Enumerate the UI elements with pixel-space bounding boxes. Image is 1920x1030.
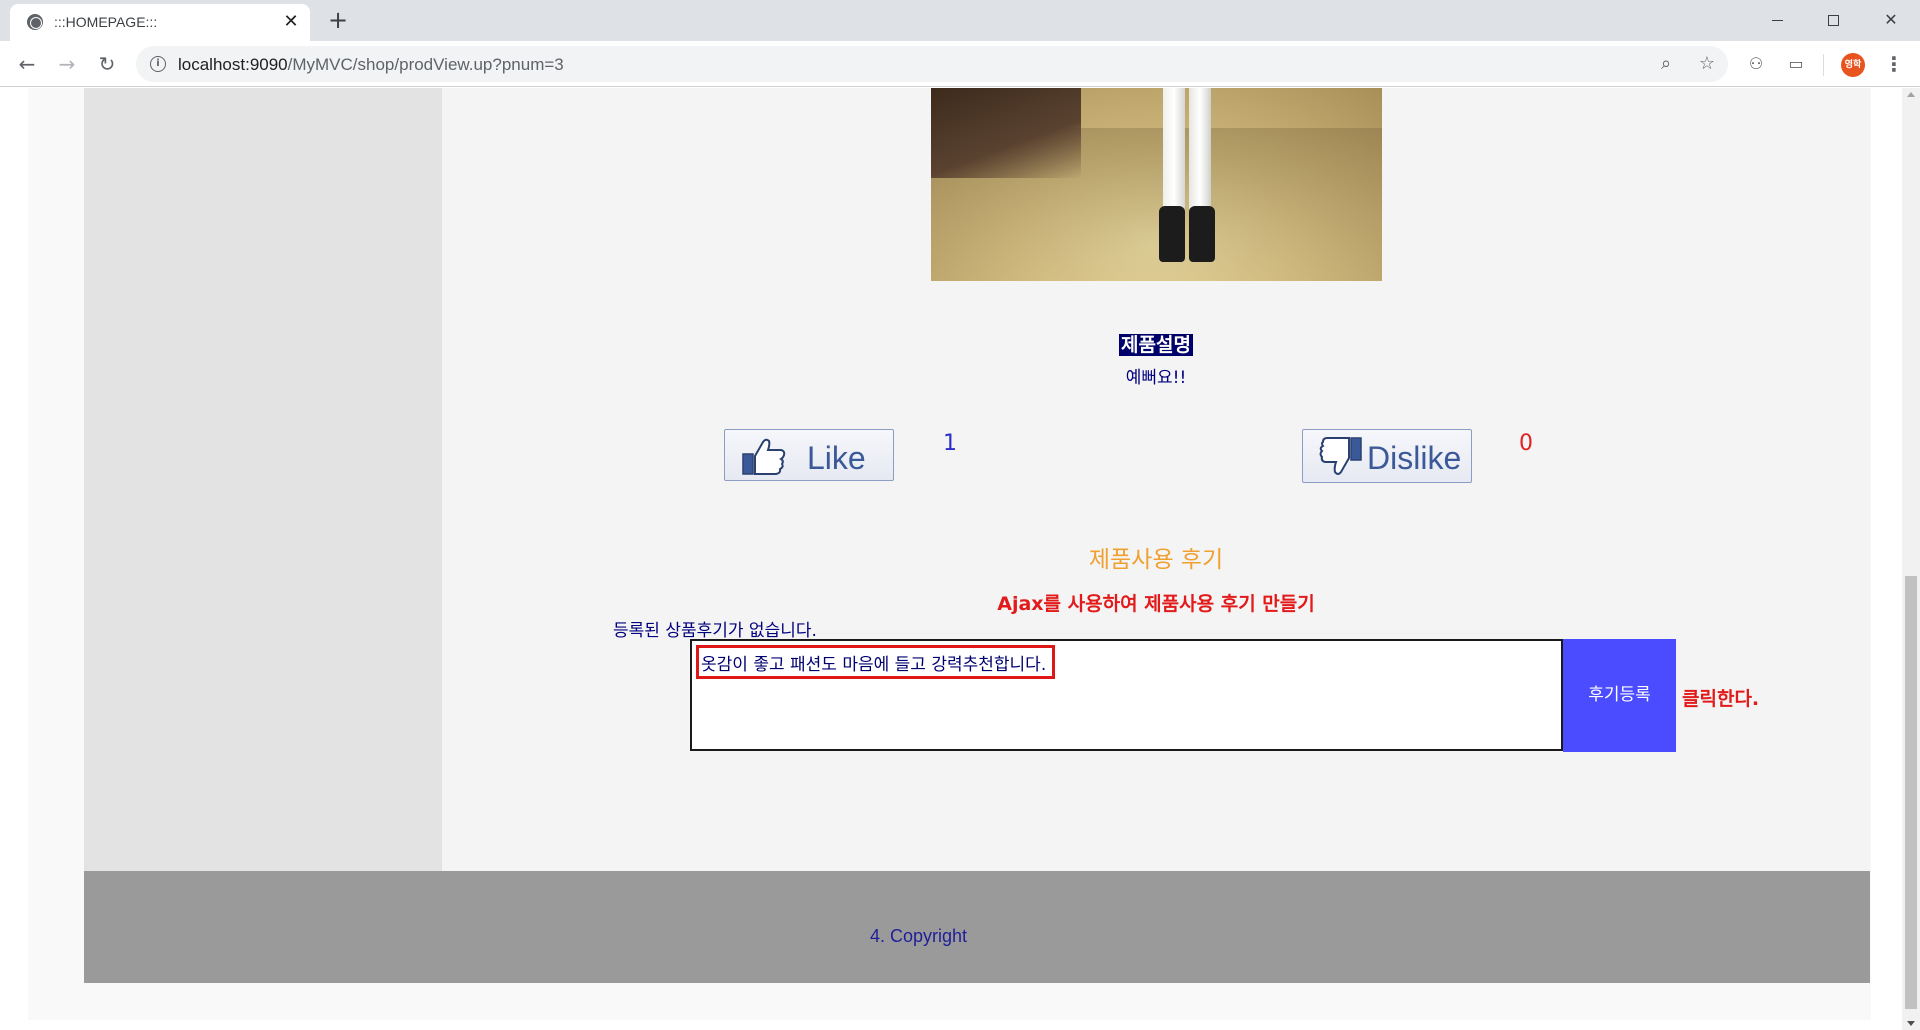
globe-icon [27,14,43,30]
extension-icon[interactable]: ⚇ [1746,54,1766,74]
maximize-button[interactable] [1810,0,1856,40]
dislike-label: Dislike [1367,440,1462,476]
review-input-value: 옷감이 좋고 패션도 마음에 들고 강력추천합니다. [696,645,1056,679]
review-textarea[interactable]: 옷감이 좋고 패션도 마음에 들고 강력추천합니다. [690,639,1563,751]
profile-avatar[interactable]: 영학 [1841,53,1865,77]
thumbs-down-icon [1319,437,1362,475]
url-host: localhost:9090 [178,55,288,74]
submit-review-button[interactable]: 후기등록 [1563,639,1676,752]
description-text: 예뻐요!! [1125,368,1187,388]
left-sidebar [84,88,442,871]
page-container: 제품설명 예뻐요!! Like 1 Dislike 0 제품사용 후기 Ajax… [28,88,1871,1020]
thumbs-up-icon [742,438,786,475]
new-tab-button[interactable]: + [325,7,351,33]
page-viewport: 제품설명 예뻐요!! Like 1 Dislike 0 제품사용 후기 Ajax… [0,88,1902,1030]
ajax-annotation: Ajax를 사용하여 제품사용 후기 만들기 [997,593,1315,615]
cast-icon[interactable]: ▭ [1786,54,1806,74]
browser-tab-bar: :::HOMEPAGE::: ✕ + ✕ [0,0,1920,41]
back-button[interactable]: ← [14,51,40,77]
dislike-count: 0 [1519,431,1533,456]
reload-button[interactable]: ↻ [94,51,120,77]
scroll-up-arrow-icon[interactable] [1907,92,1915,97]
product-image [931,88,1382,281]
window-close-button[interactable]: ✕ [1868,0,1914,40]
review-heading: 제품사용 후기 [1088,547,1224,573]
address-bar[interactable]: i localhost:9090/MyMVC/shop/prodView.up?… [136,46,1728,82]
browser-tab[interactable]: :::HOMEPAGE::: ✕ [10,4,310,41]
browser-toolbar: ← → ↻ i localhost:9090/MyMVC/shop/prodVi… [0,41,1920,87]
minimize-button[interactable] [1754,0,1800,40]
toolbar-divider [1823,54,1824,76]
info-icon[interactable]: i [150,56,166,72]
url-path: /MyMVC/shop/prodView.up?pnum=3 [287,55,564,74]
bookmark-star-icon[interactable]: ☆ [1697,54,1717,74]
description-title: 제품설명 [442,330,1870,357]
scroll-down-arrow-icon[interactable] [1907,1021,1915,1026]
no-reviews-message: 등록된 상품후기가 없습니다. [613,621,817,641]
scrollbar-thumb[interactable] [1905,576,1917,1009]
footer [84,871,1870,983]
like-button[interactable]: Like [724,429,894,481]
dislike-button[interactable]: Dislike [1302,429,1472,483]
click-annotation: 클릭한다. [1682,688,1760,710]
like-count: 1 [943,431,957,456]
tab-title: :::HOMEPAGE::: [54,14,158,30]
close-tab-icon[interactable]: ✕ [280,11,302,33]
description-title-label: 제품설명 [1119,334,1193,356]
copyright-text: 4. Copyright [870,926,968,946]
url-text[interactable]: localhost:9090/MyMVC/shop/prodView.up?pn… [178,55,564,75]
more-menu-icon[interactable]: ⋮ [1884,52,1904,76]
like-label: Like [807,440,866,476]
product-content: 제품설명 예뻐요!! Like 1 Dislike 0 제품사용 후기 Ajax… [442,88,1870,871]
forward-button[interactable]: → [54,51,80,77]
zoom-icon[interactable]: ⌕ [1656,54,1676,74]
vertical-scrollbar[interactable] [1902,88,1920,1030]
